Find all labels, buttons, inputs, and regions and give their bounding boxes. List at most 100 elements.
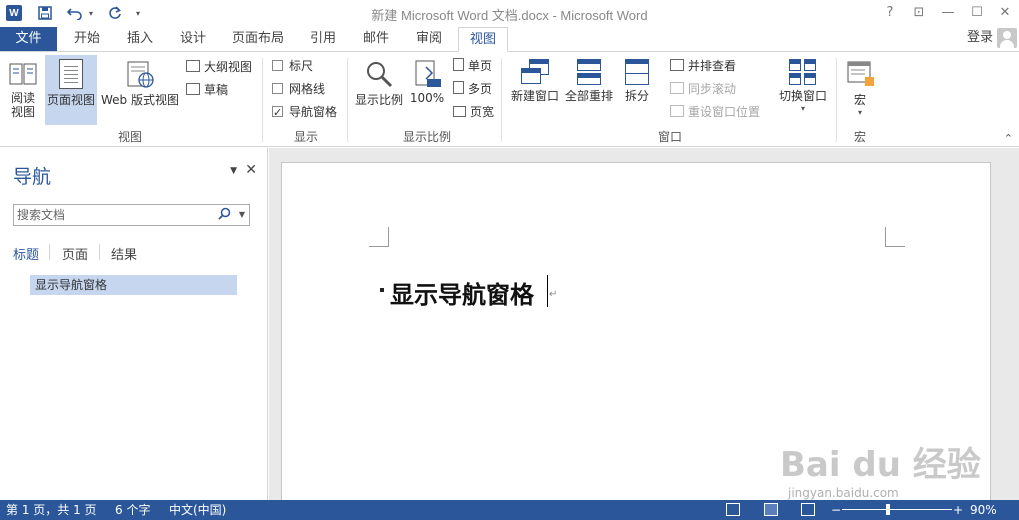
nav-search-input[interactable] [14,205,204,225]
page-width-button[interactable]: 页宽 [453,102,494,122]
nav-tab-results[interactable]: 结果 [111,244,137,263]
sync-scroll-button[interactable]: 同步滚动 [670,79,736,99]
zoom-level[interactable]: 90% [970,500,997,520]
outline-view-label: 大纲视图 [204,60,253,74]
page-count[interactable]: 第 1 页，共 1 页 [6,500,97,520]
switch-windows-button[interactable]: 切换窗口 ▾ [776,55,830,125]
tab-design[interactable]: 设计 [170,27,216,51]
one-page-button[interactable]: 单页 [453,56,492,76]
baidu-watermark: Bai du 经验 jingyan.baidu.com [780,437,981,500]
draft-view-button[interactable]: 草稿 [186,80,228,100]
web-layout-status-icon[interactable] [801,503,815,516]
page-width-label: 页宽 [470,105,495,119]
views-group-label: 视图 [117,130,142,144]
zoom-slider-thumb[interactable] [886,504,890,515]
macros-dropdown-icon: ▾ [857,108,862,117]
macro-icon [845,59,875,89]
sync-scroll-label: 同步滚动 [688,82,737,96]
new-window-label: 新建窗口 [510,89,559,103]
nav-tab-headings[interactable]: 标题 [13,244,39,263]
print-layout-status-icon[interactable] [764,503,778,516]
tab-file[interactable]: 文件 [0,27,57,51]
word-count[interactable]: 6 个字 [115,500,150,520]
tab-page-layout[interactable]: 页面布局 [224,27,292,51]
zoom-out-button[interactable]: − [831,500,841,520]
print-layout-button[interactable]: 页面视图 [45,55,97,125]
macros-label: 宏 [853,93,866,107]
zoom-100-icon [412,59,442,89]
crop-mark-top-right [885,227,905,247]
nav-options-icon[interactable]: ▼ [230,166,237,176]
side-by-side-label: 并排查看 [688,59,737,73]
tab-insert[interactable]: 插入 [117,27,163,51]
zoom-slider-track[interactable] [842,509,952,510]
split-label: 拆分 [624,89,649,103]
maximize-button[interactable]: ☐ [967,4,987,22]
gridlines-label: 网格线 [289,82,326,96]
reset-window-position-button[interactable]: 重设窗口位置 [670,102,760,122]
ribbon: 阅读 视图 页面视图 Web 版式视图 大纲视图 草稿 视图 标尺 网格线 导航… [0,51,1019,147]
tab-mailings[interactable]: 邮件 [353,27,399,51]
read-mode-button[interactable]: 阅读 视图 [4,55,42,125]
web-layout-label: Web 版式视图 [101,93,179,107]
web-page-icon [125,59,155,89]
heading-bullet [380,288,384,292]
nav-pane-title: 导航 [13,166,52,188]
ruler-label: 标尺 [289,59,314,73]
tab-view[interactable]: 视图 [458,27,508,52]
tab-references[interactable]: 引用 [300,27,346,51]
arrange-all-button[interactable]: 全部重排 [563,55,615,125]
group-divider [347,58,348,142]
crop-mark-top-left [369,227,389,247]
multiple-pages-button[interactable]: 多页 [453,79,492,99]
gridlines-checkbox[interactable]: 网格线 [272,79,325,99]
new-window-button[interactable]: 新建窗口 [508,55,562,125]
group-divider [501,58,502,142]
zoom-label: 显示比例 [354,93,403,107]
web-layout-button[interactable]: Web 版式视图 [99,55,181,125]
zoom-in-button[interactable]: + [953,500,963,520]
draft-view-label: 草稿 [204,83,229,97]
outline-view-button[interactable]: 大纲视图 [186,57,252,77]
collapse-ribbon-icon[interactable]: ⌃ [1004,132,1013,145]
help-button[interactable]: ? [880,4,900,22]
view-side-by-side-button[interactable]: 并排查看 [670,56,736,76]
nav-tab-pages[interactable]: 页面 [62,244,88,263]
avatar[interactable] [997,28,1017,48]
zoom-group-label: 显示比例 [402,130,451,144]
language-indicator[interactable]: 中文(中国) [169,500,226,520]
gridlines-check-box[interactable] [272,83,283,94]
nav-close-icon[interactable]: ✕ [245,162,257,178]
ruler-checkbox[interactable]: 标尺 [272,56,313,76]
arrange-all-label: 全部重排 [564,89,613,103]
multiple-pages-label: 多页 [468,82,493,96]
document-heading[interactable]: 显示导航窗格 [390,275,534,310]
split-button[interactable]: 拆分 [618,55,656,125]
zoom-button[interactable]: 显示比例 [352,55,406,125]
ruler-check-box[interactable] [272,60,283,71]
page-icon [59,59,83,89]
navigation-pane: 导航 ▼ ✕ ▼ 标题 页面 结果 显示导航窗格 [0,148,268,500]
draft-icon [186,83,200,95]
zoom-100-button[interactable]: 100% [408,55,446,125]
nav-pane-check-box[interactable] [272,103,283,123]
close-button[interactable]: ✕ [995,4,1015,22]
window-group-label: 窗口 [657,130,682,144]
search-options-icon[interactable]: ▼ [239,210,245,219]
switch-windows-label: 切换窗口 [778,89,827,103]
status-bar: 第 1 页，共 1 页 6 个字 中文(中国) − + 90% [0,500,1019,520]
tab-home[interactable]: 开始 [64,27,110,51]
macros-button[interactable]: 宏 ▾ [842,55,878,125]
nav-heading-item[interactable]: 显示导航窗格 [30,275,237,295]
search-icon[interactable] [218,207,231,224]
minimize-button[interactable]: — [938,4,958,22]
page-width-icon [453,106,466,117]
read-mode-label-1: 阅读 [10,91,35,105]
window-title: 新建 Microsoft Word 文档.docx - Microsoft Wo… [371,8,648,23]
sign-in-link[interactable]: 登录 [967,27,993,49]
tab-review[interactable]: 审阅 [406,27,452,51]
read-mode-status-icon[interactable] [726,503,740,516]
group-divider [262,58,263,142]
ribbon-display-options-button[interactable]: ⊡ [909,4,929,22]
nav-pane-checkbox[interactable]: 导航窗格 [272,102,337,123]
